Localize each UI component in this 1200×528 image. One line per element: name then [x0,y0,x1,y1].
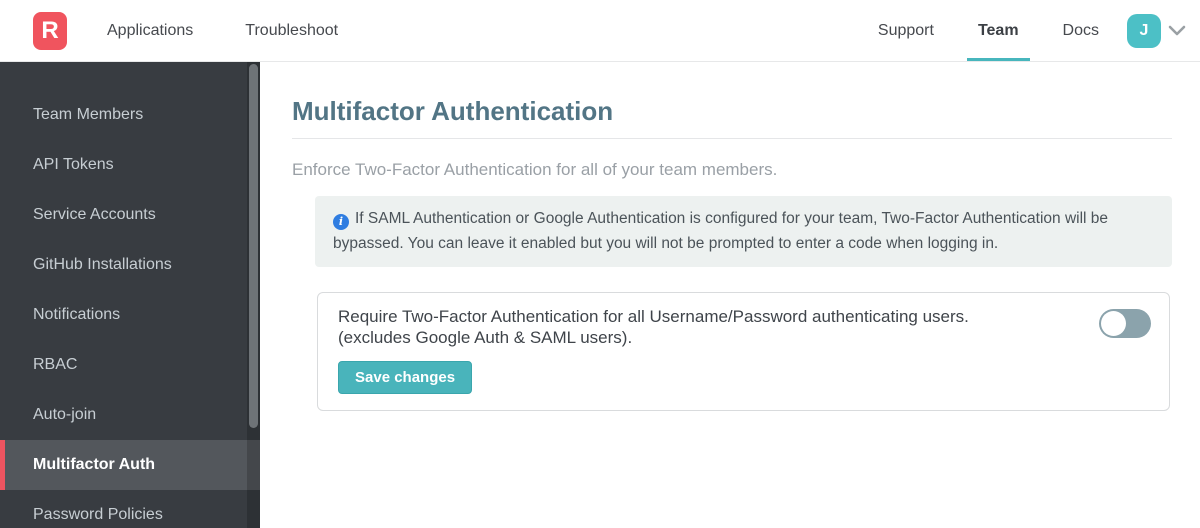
settings-sidebar: Team Members API Tokens Service Accounts… [0,62,260,528]
brand-logo-icon[interactable]: R [33,11,67,50]
primary-nav: Applications Troubleshoot [107,0,390,61]
toggle-knob [1101,311,1126,336]
sidebar-item-password-policies[interactable]: Password Policies [0,490,260,528]
info-callout: i If SAML Authentication or Google Authen… [315,196,1172,267]
sidebar-item-auto-join[interactable]: Auto-join [0,390,260,440]
setting-label: Require Two-Factor Authentication for al… [338,306,969,348]
sidebar-scrollbar-thumb[interactable] [249,64,258,428]
sidebar-item-service-accounts[interactable]: Service Accounts [0,190,260,240]
two-factor-setting-card: Require Two-Factor Authentication for al… [317,292,1170,411]
nav-item-team[interactable]: Team [967,0,1030,61]
setting-label-line1: Require Two-Factor Authentication for al… [338,307,969,326]
two-factor-toggle[interactable] [1099,309,1151,338]
main-content: Multifactor Authentication Enforce Two-F… [260,62,1200,528]
avatar[interactable]: J [1127,13,1161,48]
info-icon: i [333,213,349,230]
nav-item-support[interactable]: Support [878,0,934,61]
title-divider [292,138,1172,139]
sidebar-item-notifications[interactable]: Notifications [0,290,260,340]
chevron-down-icon[interactable] [1168,25,1186,37]
page-description: Enforce Two-Factor Authentication for al… [292,160,778,179]
top-header: R Applications Troubleshoot Support Team… [0,0,1200,62]
nav-item-docs[interactable]: Docs [1063,0,1099,61]
sidebar-item-api-tokens[interactable]: API Tokens [0,140,260,190]
sidebar-item-github-installations[interactable]: GitHub Installations [0,240,260,290]
page-title: Multifactor Authentication [292,96,614,126]
nav-item-applications[interactable]: Applications [107,0,193,61]
secondary-nav: Support Team Docs J [834,0,1186,61]
sidebar-item-rbac[interactable]: RBAC [0,340,260,390]
sidebar-item-multifactor-auth[interactable]: Multifactor Auth [0,440,260,490]
sidebar-item-team-members[interactable]: Team Members [0,90,260,140]
info-callout-text: If SAML Authentication or Google Authent… [333,210,1109,252]
nav-item-troubleshoot[interactable]: Troubleshoot [245,0,338,61]
save-changes-button[interactable]: Save changes [338,361,473,394]
setting-label-line2: (excludes Google Auth & SAML users). [338,328,633,347]
